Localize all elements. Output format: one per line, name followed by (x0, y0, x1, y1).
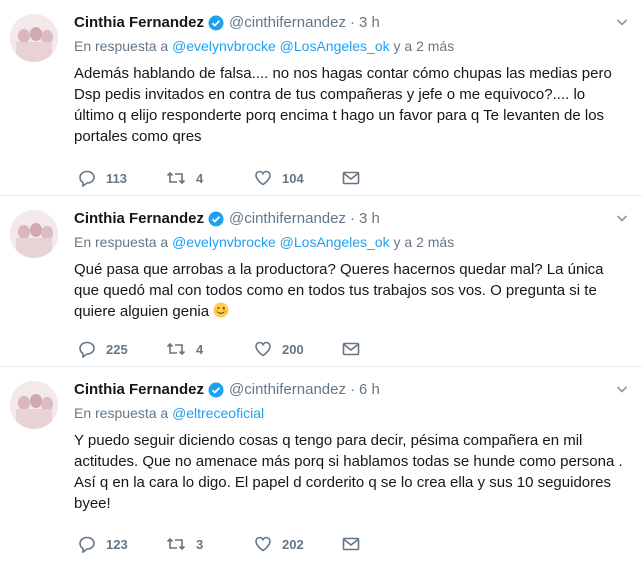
retweet-icon (166, 537, 186, 551)
reply-context: En respuesta a @eltreceoficial (74, 405, 264, 421)
mention-link[interactable]: @evelynvbrocke (172, 234, 276, 250)
reply-count: 225 (106, 341, 128, 357)
like-count: 202 (282, 536, 304, 552)
wink-emoji-icon (213, 302, 229, 318)
user-handle[interactable]: @cinthifernandez (229, 381, 346, 398)
reply-count: 113 (106, 170, 127, 186)
direct-message-button[interactable] (342, 341, 430, 357)
reply-button[interactable]: 113 (78, 169, 166, 187)
mention-link[interactable]: @LosAngeles_ok (280, 38, 390, 54)
reply-prefix: En respuesta a (74, 38, 169, 54)
timestamp[interactable]: 3 h (359, 210, 380, 227)
reply-icon (79, 170, 95, 187)
display-name[interactable]: Cinthia Fernandez (74, 14, 204, 31)
tweet[interactable]: Cinthia Fernandez @cinthifernandez · 3 h… (0, 196, 642, 367)
avatar[interactable] (10, 210, 58, 258)
retweet-icon (166, 171, 186, 185)
timestamp[interactable]: 6 h (359, 381, 380, 398)
like-button[interactable]: 104 (254, 169, 342, 187)
retweet-count: 3 (196, 536, 204, 552)
retweet-button[interactable]: 4 (166, 169, 254, 187)
heart-icon (255, 170, 271, 186)
retweet-button[interactable]: 4 (166, 340, 254, 358)
reply-suffix[interactable]: y a 2 más (394, 234, 455, 250)
user-handle[interactable]: @cinthifernandez (229, 210, 346, 227)
like-count: 200 (282, 341, 304, 357)
display-name[interactable]: Cinthia Fernandez (74, 381, 204, 398)
tweet-actions: 113 4 104 (78, 168, 430, 188)
mention-link[interactable]: @eltreceoficial (172, 405, 264, 421)
tweet[interactable]: Cinthia Fernandez @cinthifernandez · 6 h… (0, 367, 642, 576)
reply-icon (79, 536, 95, 553)
like-button[interactable]: 202 (254, 535, 342, 553)
retweet-count: 4 (196, 341, 204, 357)
envelope-icon (342, 537, 360, 551)
verified-badge-icon (208, 211, 224, 227)
reply-count: 123 (106, 536, 128, 552)
heart-icon (255, 536, 271, 552)
reply-suffix[interactable]: y a 2 más (394, 38, 455, 54)
verified-badge-icon (208, 382, 224, 398)
chevron-down-icon[interactable] (616, 383, 628, 395)
tweet[interactable]: Cinthia Fernandez @cinthifernandez · 3 h… (0, 0, 642, 196)
reply-context: En respuesta a @evelynvbrocke @LosAngele… (74, 234, 454, 250)
like-button[interactable]: 200 (254, 340, 342, 358)
direct-message-button[interactable] (342, 536, 430, 552)
chevron-down-icon[interactable] (616, 212, 628, 224)
separator-dot: · (349, 210, 355, 227)
reply-prefix: En respuesta a (74, 234, 169, 250)
tweet-text: Además hablando de falsa.... no nos haga… (74, 65, 612, 145)
envelope-icon (342, 171, 360, 185)
chevron-down-icon[interactable] (616, 16, 628, 28)
heart-icon (255, 341, 271, 357)
display-name[interactable]: Cinthia Fernandez (74, 210, 204, 227)
verified-badge-icon (208, 15, 224, 31)
tweet-text: Y puedo seguir diciendo cosas q tengo pa… (74, 432, 623, 512)
tweet-text-body: Qué pasa que arrobas a la productora? Qu… (74, 261, 604, 320)
mention-link[interactable]: @LosAngeles_ok (280, 234, 390, 250)
retweet-button[interactable]: 3 (166, 535, 254, 553)
timestamp[interactable]: 3 h (359, 14, 380, 31)
reply-icon (79, 341, 95, 358)
mention-link[interactable]: @evelynvbrocke (172, 38, 276, 54)
tweet-actions: 123 3 202 (78, 534, 430, 554)
user-handle[interactable]: @cinthifernandez (229, 14, 346, 31)
retweet-icon (166, 342, 186, 356)
reply-button[interactable]: 225 (78, 340, 166, 358)
tweet-text: Qué pasa que arrobas a la productora? Qu… (74, 259, 626, 322)
reply-button[interactable]: 123 (78, 535, 166, 553)
separator-dot: · (349, 381, 355, 398)
envelope-icon (342, 342, 360, 356)
separator-dot: · (349, 14, 355, 31)
avatar[interactable] (10, 381, 58, 429)
retweet-count: 4 (196, 170, 204, 186)
avatar[interactable] (10, 14, 58, 62)
tweet-actions: 225 4 200 (78, 339, 430, 359)
direct-message-button[interactable] (342, 170, 430, 186)
reply-prefix: En respuesta a (74, 405, 169, 421)
like-count: 104 (282, 170, 304, 186)
reply-context: En respuesta a @evelynvbrocke @LosAngele… (74, 38, 454, 54)
